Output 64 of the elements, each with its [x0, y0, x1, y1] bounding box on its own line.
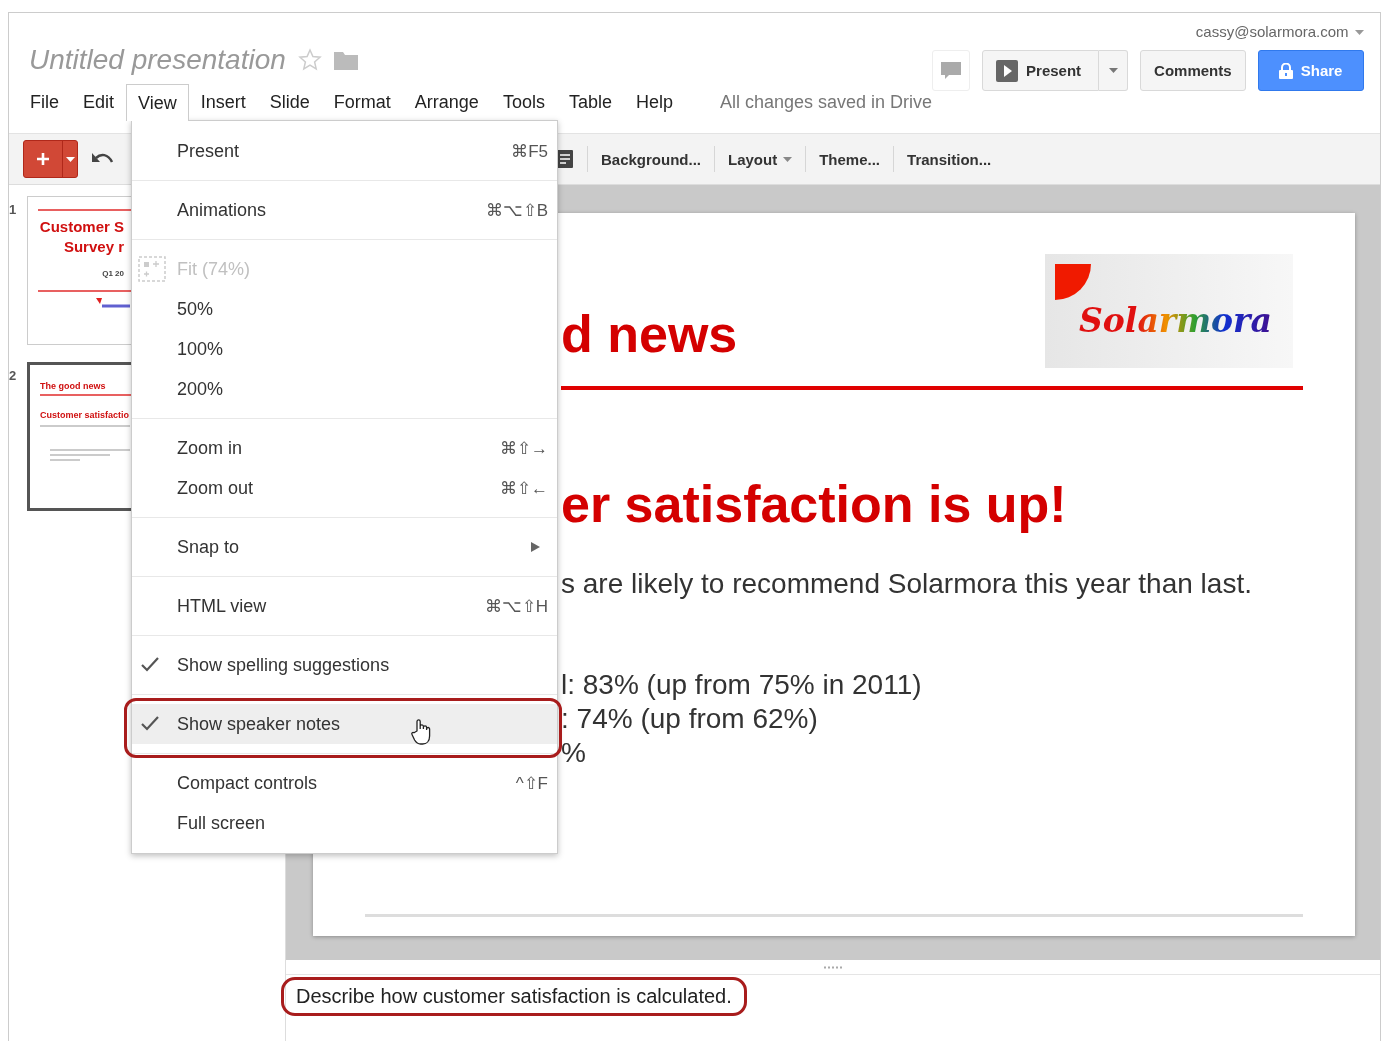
- thumbnail-subtitle: Customer satisfactio: [40, 410, 130, 420]
- caret-icon: [1354, 29, 1364, 35]
- toolbar-button[interactable]: Background...: [588, 150, 714, 168]
- caret-icon: [1108, 68, 1118, 73]
- menu-tab[interactable]: Format: [321, 84, 403, 120]
- caret-icon: [783, 156, 793, 162]
- fit-icon: [138, 256, 166, 282]
- drag-handle-icon[interactable]: [824, 965, 842, 969]
- comment-button[interactable]: [932, 50, 971, 91]
- submenu-arrow-icon: [531, 542, 540, 552]
- checkmark-icon: [140, 656, 160, 674]
- new-slide-button[interactable]: [23, 140, 78, 178]
- menu-item[interactable]: Full screen: [132, 803, 557, 843]
- company-logo: Solarmora: [1045, 254, 1293, 368]
- plus-icon: [37, 153, 49, 165]
- menu-tab[interactable]: View: [126, 84, 189, 121]
- menu-item[interactable]: Show speaker notes: [132, 704, 557, 744]
- folder-icon[interactable]: [333, 50, 358, 70]
- thumbnail-title: The good news: [40, 381, 106, 391]
- bullet-text: : 74% (up from 62%): [561, 702, 819, 736]
- present-dropdown-button[interactable]: [1099, 50, 1129, 91]
- speaker-notes-text[interactable]: Describe how customer satisfaction is calculated.: [281, 977, 747, 1016]
- menu-item[interactable]: Zoom in ⌘⇧→: [132, 428, 557, 468]
- lock-icon: [1278, 62, 1293, 79]
- slide-text: s are likely to recommend Solarmora this year than last.: [561, 567, 1253, 601]
- toolbar-button[interactable]: Transition...: [894, 150, 1005, 168]
- bullet-text: %: [561, 736, 587, 770]
- comments-button[interactable]: Comments: [1140, 50, 1246, 91]
- menu-tab[interactable]: Table: [556, 84, 624, 120]
- play-icon: [996, 59, 1019, 82]
- slide-title: d news: [561, 304, 738, 364]
- menu-tab[interactable]: File: [18, 84, 71, 120]
- menu-item[interactable]: 200%: [132, 369, 557, 409]
- menu-tab[interactable]: Help: [623, 84, 685, 120]
- slide-number: 1: [9, 201, 18, 217]
- thumbnail-title: Survey r: [63, 237, 124, 257]
- menu-tab[interactable]: Arrange: [402, 84, 491, 120]
- checkmark-icon: [140, 715, 160, 733]
- bullet-text: l: 83% (up from 75% in 2011): [561, 668, 923, 702]
- menu-tab[interactable]: Tools: [490, 84, 557, 120]
- thumbnail-subtitle: Q1 20: [102, 269, 124, 278]
- account-menu[interactable]: cassy@solarmora.com: [1195, 23, 1364, 41]
- caret-icon: [65, 156, 75, 162]
- toolbar-button[interactable]: Theme...: [806, 150, 894, 168]
- menu-item[interactable]: 100%: [132, 329, 557, 369]
- slide-heading: er satisfaction is up!: [561, 474, 1068, 534]
- menu-tab[interactable]: Slide: [257, 84, 322, 120]
- menu-item[interactable]: 50%: [132, 289, 557, 329]
- present-button[interactable]: Present: [982, 50, 1100, 91]
- menu-item[interactable]: Zoom out ⌘⇧←: [132, 468, 557, 508]
- menu-item[interactable]: Animations ⌘⌥⇧B: [132, 190, 557, 230]
- menu-item[interactable]: Present ⌘F5: [132, 131, 557, 171]
- toolbar-button[interactable]: Layout: [715, 150, 806, 168]
- menu-item[interactable]: Compact controls ^⇧F: [132, 763, 557, 803]
- menu-tab[interactable]: Insert: [188, 84, 258, 120]
- menu-item[interactable]: Show spelling suggestions: [132, 645, 557, 685]
- save-status: All changes saved in Drive: [719, 90, 933, 114]
- speech-bubble-icon: [941, 61, 962, 80]
- thumbnail-title: Customer S: [39, 217, 124, 237]
- menu-tab[interactable]: Edit: [71, 84, 127, 120]
- menu-item[interactable]: Snap to: [132, 527, 557, 567]
- star-icon[interactable]: [297, 48, 322, 72]
- menu-item[interactable]: HTML view ⌘⌥⇧H: [132, 586, 557, 626]
- slide-number: 2: [9, 367, 18, 383]
